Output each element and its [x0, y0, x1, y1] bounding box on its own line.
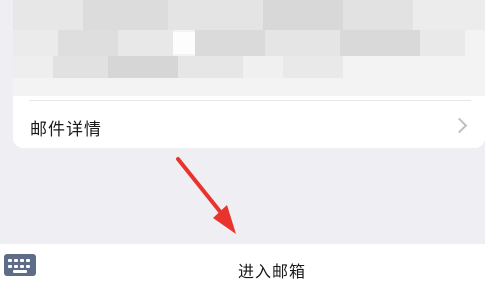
enter-mailbox-button[interactable]: 进入邮箱 [238, 258, 306, 282]
bottom-bar: 进入邮箱 [0, 244, 485, 290]
keyboard-icon[interactable] [4, 254, 36, 276]
